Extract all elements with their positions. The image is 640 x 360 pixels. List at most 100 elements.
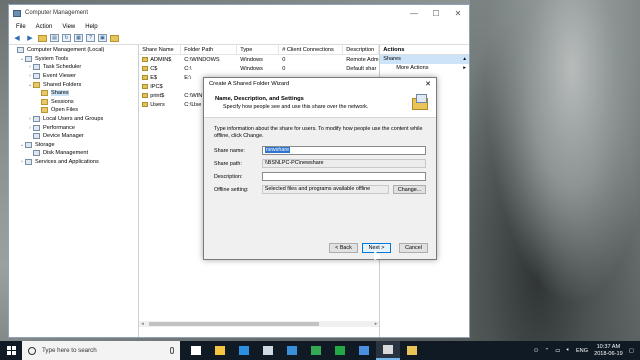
scroll-right-icon[interactable]: ▸ — [375, 321, 378, 327]
column-description[interactable]: Description — [343, 44, 380, 55]
actions-section-shares[interactable]: Shares ▴ — [380, 55, 469, 64]
taskbar-app[interactable] — [208, 341, 232, 360]
share-icon — [142, 92, 149, 98]
tree-node[interactable]: Open Files — [9, 106, 138, 115]
scroll-left-icon[interactable]: ◂ — [141, 321, 144, 327]
help-icon[interactable]: ? — [86, 34, 95, 42]
tree-node[interactable]: Disk Management — [9, 149, 138, 158]
minimize-button[interactable]: — — [403, 5, 425, 21]
table-cell: 0 — [282, 56, 286, 63]
column-client-connections[interactable]: # Client Connections — [279, 44, 344, 55]
show-hidden-icons-icon[interactable]: ⌃ — [545, 348, 550, 354]
microphone-icon[interactable] — [170, 347, 174, 354]
table-cell: IPC$ — [139, 84, 181, 90]
taskbar-app[interactable] — [352, 341, 376, 360]
language-indicator[interactable]: ENG — [576, 348, 588, 354]
column-share-name[interactable]: Share Name — [139, 44, 182, 55]
tree-node[interactable]: Computer Management (Local) — [9, 46, 138, 55]
share-path-row: Share path: \\BSNLPC-PC\newshare — [214, 157, 426, 170]
horizontal-scrollbar[interactable]: ◂ ▸ — [139, 321, 380, 327]
wizard-header: Name, Description, and Settings Specify … — [204, 90, 436, 118]
system-tray: ⚇ ⌃ ▭ 🔈︎ ENG 10:37 AM 2018-06-19 ▢ — [534, 344, 640, 358]
tree-node[interactable]: › Task Scheduler — [9, 63, 138, 72]
tree-node[interactable]: ⌄ System Tools — [9, 55, 138, 64]
tree-node[interactable]: ⌄ Storage — [9, 141, 138, 150]
create-shared-folder-wizard: Create A Shared Folder Wizard ✕ Name, De… — [203, 77, 437, 260]
tree-node-label: Shares — [51, 90, 69, 97]
services-icon — [25, 159, 32, 166]
change-button[interactable]: Change... — [393, 185, 426, 194]
table-cell: Users — [139, 102, 181, 108]
tree-node-label: Shared Folders — [43, 81, 82, 88]
properties-icon[interactable]: ▣ — [98, 34, 107, 42]
taskbar-app[interactable] — [184, 341, 208, 360]
tree-node[interactable]: › Performance — [9, 123, 138, 132]
computer-management-icon — [383, 345, 393, 354]
export-list-icon[interactable]: ▦ — [74, 34, 83, 42]
tree-node[interactable]: Device Manager — [9, 132, 138, 141]
menu-bar: File Action View Help — [9, 21, 469, 32]
tree-node[interactable]: Shares — [9, 89, 138, 98]
dialog-close-icon[interactable]: ✕ — [425, 80, 431, 88]
taskbar-app[interactable] — [376, 341, 400, 360]
taskbar: Type here to search ⚇ ⌃ ▭ 🔈︎ ENG 10:37 A… — [0, 341, 640, 360]
tree-node[interactable]: › Event Viewer — [9, 72, 138, 81]
share-name-input[interactable]: newshare — [261, 146, 426, 155]
tree-node[interactable]: › Local Users and Groups — [9, 115, 138, 124]
table-cell: Windows — [240, 56, 263, 63]
close-button[interactable]: ✕ — [447, 5, 469, 21]
collapse-up-icon: ▴ — [463, 56, 466, 62]
clock[interactable]: 10:37 AM 2018-06-19 — [594, 344, 623, 358]
taskbar-search-box[interactable]: Type here to search — [22, 341, 180, 360]
show-hide-tree-icon[interactable]: ▤ — [50, 34, 59, 42]
users-icon — [33, 116, 40, 123]
back-button[interactable]: < Back — [329, 243, 358, 253]
taskbar-app[interactable] — [304, 341, 328, 360]
notifications-icon[interactable]: ▢ — [629, 348, 634, 354]
table-row[interactable]: C$ C:\ Windows 0 Default shar — [139, 64, 379, 73]
forward-arrow-icon[interactable]: ▶ — [25, 34, 35, 43]
chrome-icon — [311, 346, 321, 355]
share-icon — [142, 74, 149, 80]
tree-node-label: Performance — [43, 124, 76, 131]
refresh-icon[interactable]: ↻ — [62, 34, 71, 42]
taskbar-app[interactable] — [328, 341, 352, 360]
tree-node-label: Open Files — [51, 107, 79, 114]
dialog-title: Create A Shared Folder Wizard — [209, 81, 290, 87]
column-folder-path[interactable]: Folder Path — [181, 44, 238, 55]
list-header: Share Name Folder Path Type # Client Con… — [139, 44, 380, 55]
menu-help[interactable]: Help — [80, 24, 102, 30]
share-name-value: newshare — [264, 147, 291, 153]
network-icon[interactable]: ▭ — [555, 348, 560, 354]
tree-node[interactable]: › Services and Applications — [9, 158, 138, 167]
description-input[interactable] — [261, 172, 426, 181]
taskbar-app[interactable] — [280, 341, 304, 360]
sessions-icon — [41, 98, 48, 105]
shared-folder-wizard-icon — [412, 94, 430, 112]
tree-node-label: Task Scheduler — [43, 64, 82, 71]
cancel-button[interactable]: Cancel — [399, 243, 428, 253]
description-row: Description: — [214, 170, 426, 183]
tree-node[interactable]: Sessions — [9, 98, 138, 107]
volume-icon[interactable]: 🔈︎ — [567, 347, 570, 354]
back-arrow-icon[interactable]: ◀ — [12, 34, 22, 43]
maximize-button[interactable]: ☐ — [425, 5, 447, 21]
open-files-icon — [41, 107, 48, 114]
people-icon[interactable]: ⚇ — [534, 348, 539, 354]
more-actions-item[interactable]: More Actions ▸ — [380, 64, 469, 73]
taskbar-app[interactable] — [400, 341, 424, 360]
table-row[interactable]: ADMIN$ C:\WINDOWS Windows 0 Remote Adm — [139, 55, 379, 64]
column-type[interactable]: Type — [237, 44, 280, 55]
menu-action[interactable]: Action — [31, 24, 58, 30]
wizard-heading: Name, Description, and Settings — [215, 96, 304, 102]
new-share-icon[interactable] — [110, 34, 119, 42]
menu-file[interactable]: File — [11, 24, 31, 30]
taskbar-app[interactable] — [256, 341, 280, 360]
scrollbar-thumb[interactable] — [149, 322, 320, 326]
taskbar-app[interactable] — [232, 341, 256, 360]
up-folder-icon[interactable] — [38, 34, 47, 42]
table-cell: ADMIN$ — [139, 57, 181, 63]
menu-view[interactable]: View — [57, 24, 80, 30]
start-button[interactable] — [0, 341, 22, 360]
tree-node[interactable]: ⌄ Shared Folders — [9, 80, 138, 89]
